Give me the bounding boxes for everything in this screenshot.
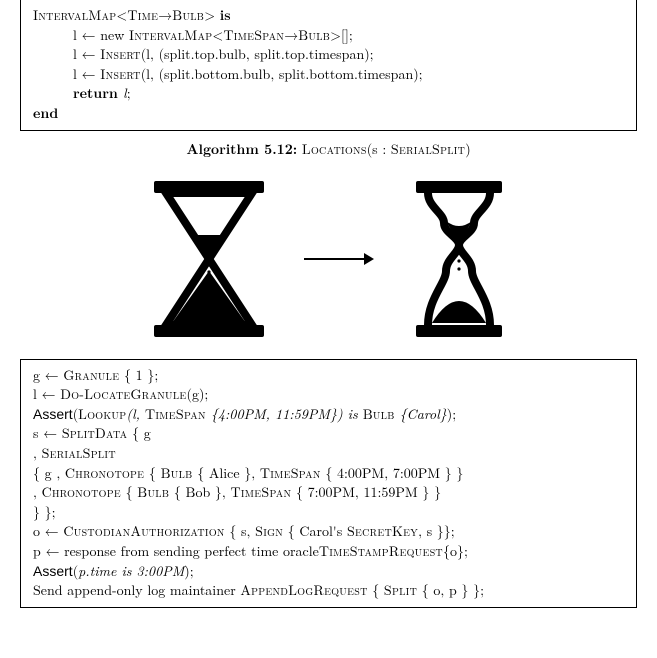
caption1-label: Algorithm 5.12: — [186, 139, 297, 159]
algorithm-caption-1: Algorithm 5.12: Locations(s : SerialSpli… — [0, 139, 657, 159]
algo2-line6: { g , Chronotope { Bulb { Alice }, TimeS… — [33, 464, 624, 484]
algo2-line5: , SerialSplit — [33, 444, 624, 464]
hourglass-right-icon — [404, 179, 514, 339]
algo2-line9: o ← CustodianAuthorization { s, Sign { C… — [33, 522, 624, 542]
algo1-line5: end — [33, 104, 624, 124]
hourglass-figure — [0, 179, 657, 339]
algo2-line8: } }; — [33, 503, 624, 523]
algo2-line11: Assert(p.time is 3:00PM); — [33, 562, 624, 582]
algo2-line2: l ← Do-LocateGranule(g); — [33, 385, 624, 405]
algo2-line4: s ← SplitData { g — [33, 424, 624, 444]
algo1-line4: return l; — [33, 84, 624, 104]
algorithm-box-1: IntervalMap<Time→Bulb> is l ← new Interv… — [20, 0, 637, 131]
algo1-line2: l ← Insert(l, (split.top.bulb, split.top… — [33, 45, 624, 65]
algo2-line12: Send append-only log maintainer AppendLo… — [33, 581, 624, 601]
type-intervalmap: IntervalMap — [33, 5, 116, 25]
caption1-name: Locations — [302, 139, 367, 159]
algo2-line10: p ← response from sending perfect time o… — [33, 542, 624, 562]
algo2-line3: Assert(Lookup(l, TimeSpan {4:00PM, 11:59… — [33, 405, 624, 425]
algo1-line1: l ← new IntervalMap<TimeSpan→Bulb>[]; — [33, 26, 624, 46]
algo2-line7: , Chronotope { Bulb { Bob }, TimeSpan { … — [33, 483, 624, 503]
arrow-right-icon — [304, 249, 374, 269]
algo1-line3: l ← Insert(l, (split.bottom.bulb, split.… — [33, 65, 624, 85]
algo1-line0: IntervalMap<Time→Bulb> is — [33, 6, 624, 26]
hourglass-left-icon — [144, 179, 274, 339]
algo2-line1: g ← Granule { 1 }; — [33, 366, 624, 386]
algorithm-box-2: g ← Granule { 1 }; l ← Do-LocateGranule(… — [20, 359, 637, 608]
